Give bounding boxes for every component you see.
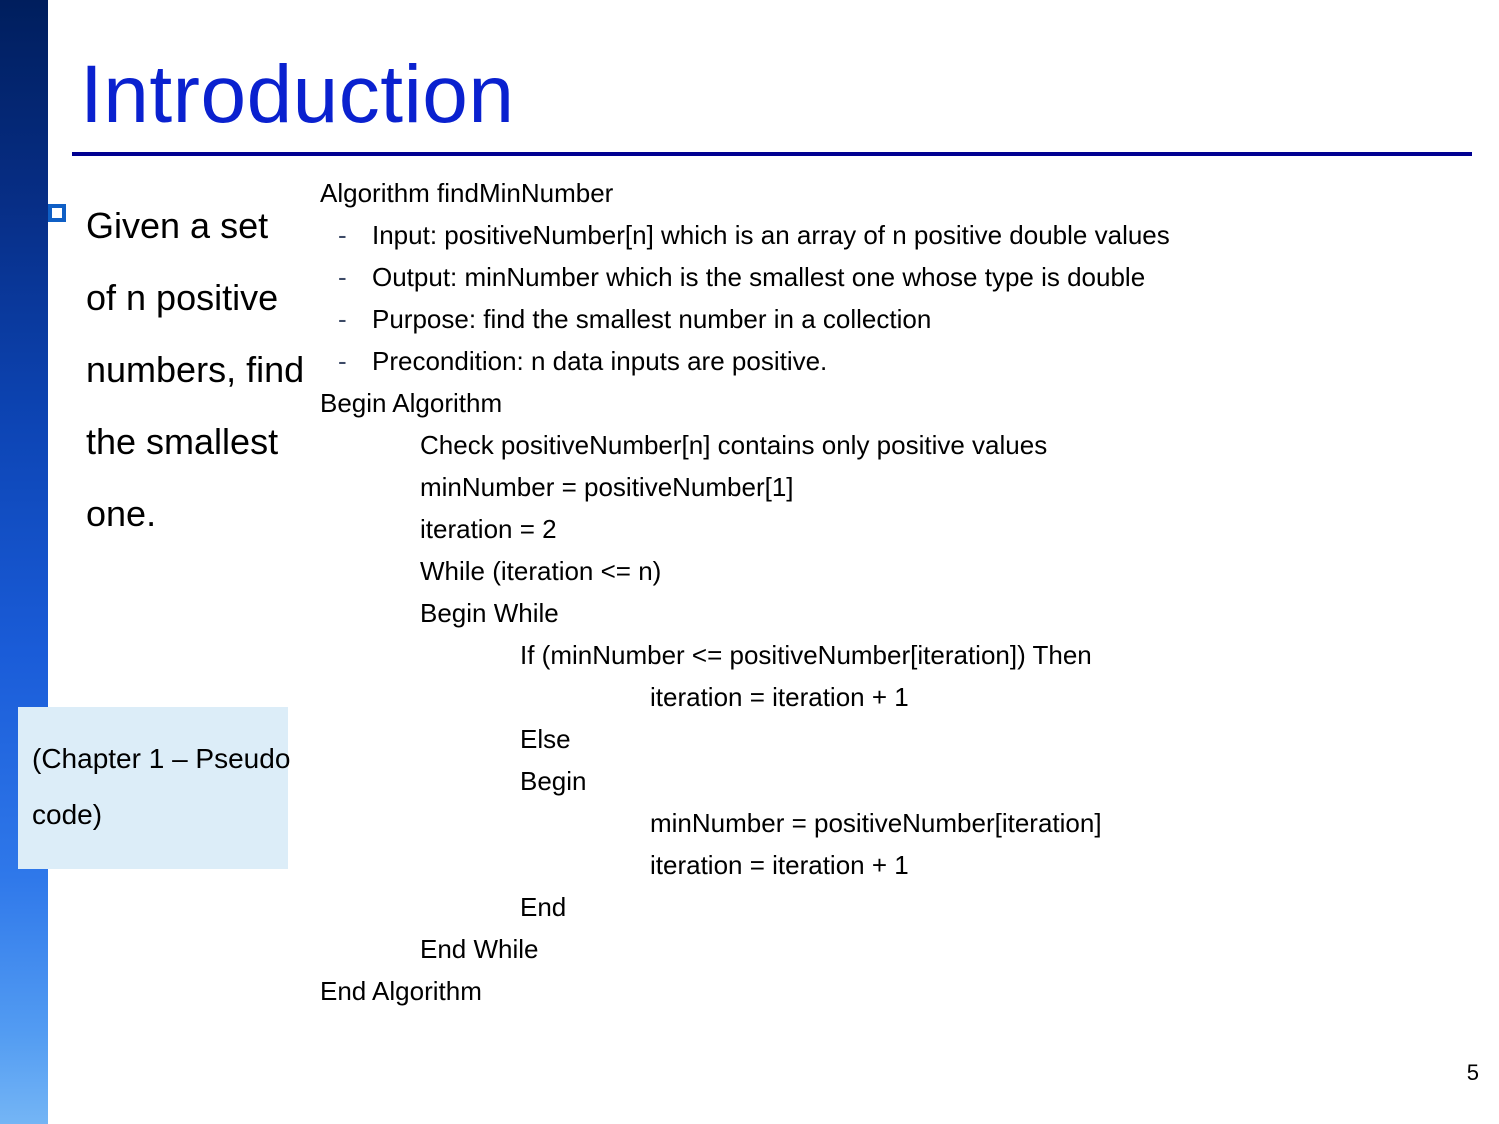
code-begin: Begin Algorithm: [320, 382, 1480, 424]
code-then: iteration = iteration + 1: [320, 676, 1480, 718]
slide: Introduction Given a set of n positive n…: [0, 0, 1499, 1124]
pseudocode-block: Algorithm findMinNumber Input: positiveN…: [320, 172, 1480, 1012]
code-meta-line: Purpose: find the smallest number in a c…: [320, 298, 1480, 340]
code-meta-line: Output: minNumber which is the smallest …: [320, 256, 1480, 298]
code-if: If (minNumber <= positiveNumber[iteratio…: [320, 634, 1480, 676]
code-begin-inner: Begin: [320, 760, 1480, 802]
code-meta-line: Precondition: n data inputs are positive…: [320, 340, 1480, 382]
code-line: Check positiveNumber[n] contains only po…: [320, 424, 1480, 466]
code-line: While (iteration <= n): [320, 550, 1480, 592]
code-meta-line: Input: positiveNumber[n] which is an arr…: [320, 214, 1480, 256]
code-line: iteration = 2: [320, 508, 1480, 550]
side-gradient-bar: [0, 0, 48, 1124]
code-inner-line: minNumber = positiveNumber[iteration]: [320, 802, 1480, 844]
code-end-while: End While: [320, 928, 1480, 970]
code-line: Begin While: [320, 592, 1480, 634]
code-else: Else: [320, 718, 1480, 760]
bullet-square-icon: [48, 204, 66, 222]
page-number: 5: [1467, 1060, 1479, 1086]
code-end-algorithm: End Algorithm: [320, 970, 1480, 1012]
title-underline: [72, 152, 1472, 156]
code-end-inner: End: [320, 886, 1480, 928]
code-inner-line: iteration = iteration + 1: [320, 844, 1480, 886]
bullet-text: Given a set of n positive numbers, find …: [86, 190, 306, 550]
code-line: minNumber = positiveNumber[1]: [320, 466, 1480, 508]
slide-title: Introduction: [80, 48, 515, 142]
chapter-note: (Chapter 1 – Pseudo code): [32, 731, 292, 843]
code-header: Algorithm findMinNumber: [320, 172, 1480, 214]
